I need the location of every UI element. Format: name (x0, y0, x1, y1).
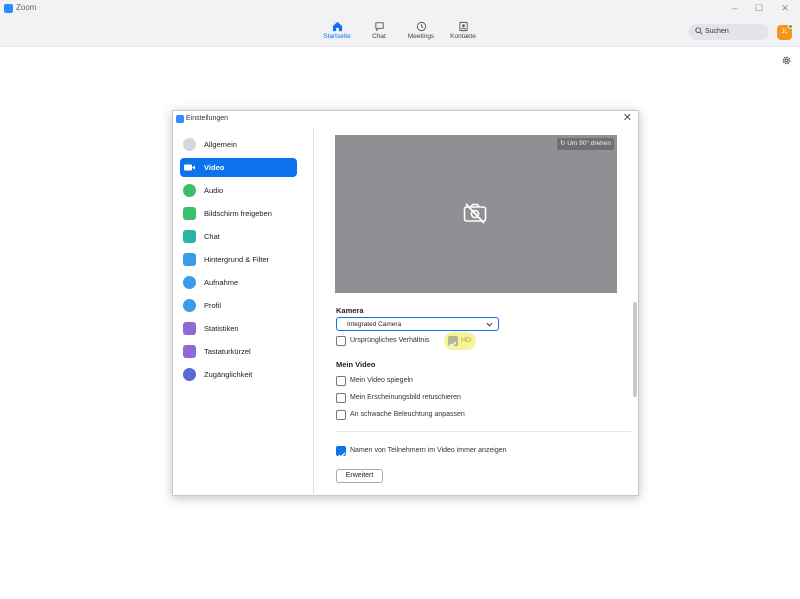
sidebar-item-label: Hintergrund & Filter (204, 255, 270, 264)
mirror-video-label: Mein Video spiegeln (350, 377, 413, 384)
background-icon (183, 253, 196, 266)
zoom-logo-icon (4, 4, 13, 13)
rotate-button[interactable]: ↻ Um 90° drehen (556, 138, 614, 150)
minimize-button[interactable]: – (725, 2, 745, 15)
settings-sidebar: Allgemein Video Audio Bildschirm freigeb… (173, 127, 314, 496)
dialog-title: Einstellungen (186, 115, 229, 122)
record-icon (183, 276, 196, 289)
profile-icon (183, 299, 196, 312)
camera-off-icon (463, 203, 487, 224)
sidebar-item-label: Statistiken (204, 324, 239, 333)
sidebar-item-audio[interactable]: Audio (180, 181, 297, 200)
clock-icon (416, 21, 426, 32)
nav-meetings[interactable]: Meetings (399, 20, 443, 46)
checkmark-icon (338, 452, 346, 458)
nav-meetings-label: Meetings (407, 33, 435, 40)
accessibility-icon (183, 368, 196, 381)
chat-icon (374, 22, 384, 32)
zoom-logo-icon (176, 115, 184, 123)
my-video-section-title: Mein Video (336, 360, 376, 369)
sidebar-item-allgemein[interactable]: Allgemein (180, 135, 297, 154)
original-ratio-label: Ursprüngliches Verhältnis (350, 337, 430, 344)
show-names-checkbox[interactable] (336, 446, 346, 458)
sidebar-item-bildschirm[interactable]: Bildschirm freigeben (180, 204, 297, 223)
sidebar-item-label: Profil (204, 301, 222, 310)
sidebar-item-label: Video (204, 163, 225, 172)
chat-bubble-icon (183, 230, 196, 243)
sidebar-item-label: Allgemein (204, 140, 237, 149)
hd-label: HD (461, 337, 472, 344)
touch-up-checkbox[interactable] (336, 393, 346, 403)
camera-preview: ↻ Um 90° drehen (335, 135, 617, 293)
window-close-button[interactable]: ✕ (775, 2, 795, 15)
mirror-video-checkbox[interactable] (336, 376, 346, 386)
home-icon (332, 21, 342, 32)
low-light-checkbox[interactable] (336, 410, 346, 420)
share-screen-icon (183, 207, 196, 220)
sidebar-item-label: Chat (204, 232, 220, 241)
show-names-label: Namen von Teilnehmern im Video immer anz… (350, 447, 507, 454)
scrollbar[interactable] (633, 302, 637, 397)
app-title: Zoom (16, 3, 37, 12)
nav-chat[interactable]: Chat (357, 20, 401, 46)
video-settings-panel: ↻ Um 90° drehen Kamera Integrated Camera… (315, 127, 639, 496)
sidebar-item-tastaturkuerzel[interactable]: Tastaturkürzel (180, 342, 297, 361)
sidebar-item-zugaenglichkeit[interactable]: Zugänglichkeit (180, 365, 297, 384)
touch-up-label: Mein Erscheinungsbild retuschieren (350, 394, 461, 401)
sidebar-item-hintergrund[interactable]: Hintergrund & Filter (180, 250, 297, 269)
sidebar-item-statistiken[interactable]: Statistiken (180, 319, 297, 338)
hd-checkbox[interactable] (448, 336, 458, 347)
sidebar-item-chat[interactable]: Chat (180, 227, 297, 246)
chevron-down-icon (486, 322, 493, 327)
camera-section-title: Kamera (336, 306, 364, 315)
sidebar-item-label: Zugänglichkeit (204, 370, 253, 379)
window-titlebar: Zoom – ☐ ✕ (0, 0, 800, 17)
search-box[interactable]: Suchen (689, 24, 769, 40)
divider (336, 431, 631, 432)
sidebar-item-label: Tastaturkürzel (204, 347, 251, 356)
sidebar-item-video[interactable]: Video (180, 158, 297, 177)
online-status-icon (788, 24, 793, 29)
nav-contacts[interactable]: Kontakte (441, 20, 485, 46)
nav-chat-label: Chat (372, 33, 386, 40)
rotate-label: Um 90° drehen (567, 140, 611, 147)
advanced-button[interactable]: Erweitert (336, 469, 383, 483)
settings-gear-icon[interactable] (781, 55, 792, 66)
original-ratio-checkbox[interactable] (336, 336, 346, 346)
nav-home[interactable]: Startseite (315, 20, 359, 46)
sidebar-item-aufnahme[interactable]: Aufnahme (180, 273, 297, 292)
contacts-icon (458, 21, 468, 32)
nav-contacts-label: Kontakte (450, 33, 476, 40)
settings-dialog: Einstellungen ✕ Allgemein Video Audio Bi… (172, 110, 639, 496)
dialog-titlebar: Einstellungen ✕ (173, 111, 638, 127)
sidebar-item-label: Audio (204, 186, 224, 195)
top-navigation: Startseite Chat Meetings Kontakte Suchen… (0, 17, 800, 47)
search-icon (695, 27, 703, 35)
headphones-icon (183, 184, 196, 197)
search-label: Suchen (705, 28, 729, 35)
sidebar-item-profil[interactable]: Profil (180, 296, 297, 315)
maximize-button[interactable]: ☐ (749, 2, 769, 15)
keyboard-icon (183, 345, 196, 358)
rotate-icon: ↻ (559, 140, 566, 147)
checkmark-icon (449, 341, 457, 347)
sidebar-item-label: Aufnahme (204, 278, 239, 287)
video-camera-icon (184, 164, 195, 171)
sidebar-item-label: Bildschirm freigeben (204, 209, 272, 218)
statistics-icon (183, 322, 196, 335)
camera-select[interactable]: Integrated Camera (336, 317, 499, 331)
gear-icon (183, 138, 196, 151)
low-light-label: An schwache Beleuchtung anpassen (350, 411, 465, 418)
nav-home-label: Startseite (323, 33, 351, 40)
camera-select-value: Integrated Camera (347, 321, 402, 328)
dialog-close-button[interactable]: ✕ (623, 113, 632, 124)
